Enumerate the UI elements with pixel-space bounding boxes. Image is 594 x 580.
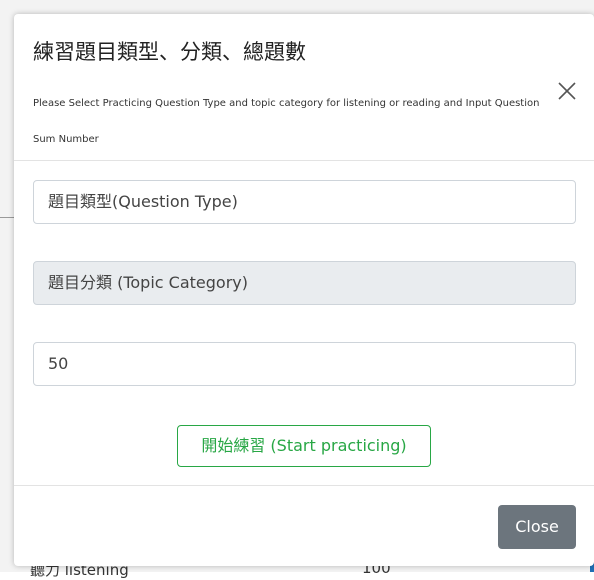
modal-footer: Close: [14, 486, 594, 566]
modal-subtitle: Please Select Practicing Question Type a…: [33, 98, 540, 145]
question-sum-input[interactable]: 50: [33, 342, 576, 386]
modal-body: 題目類型(Question Type) 題目分類 (Topic Category…: [14, 161, 594, 486]
start-practicing-button[interactable]: 開始練習 (Start practicing): [177, 425, 431, 467]
close-button[interactable]: Close: [498, 505, 576, 549]
close-icon[interactable]: [556, 80, 578, 102]
question-type-select[interactable]: 題目類型(Question Type): [33, 180, 576, 224]
topic-category-select[interactable]: 題目分類 (Topic Category): [33, 261, 576, 305]
modal-header: 練習題目類型、分類、總題數 Please Select Practicing Q…: [14, 14, 594, 161]
practice-settings-modal: 練習題目類型、分類、總題數 Please Select Practicing Q…: [14, 14, 594, 566]
modal-title: 練習題目類型、分類、總題數: [33, 40, 306, 64]
background-divider: [0, 217, 14, 218]
